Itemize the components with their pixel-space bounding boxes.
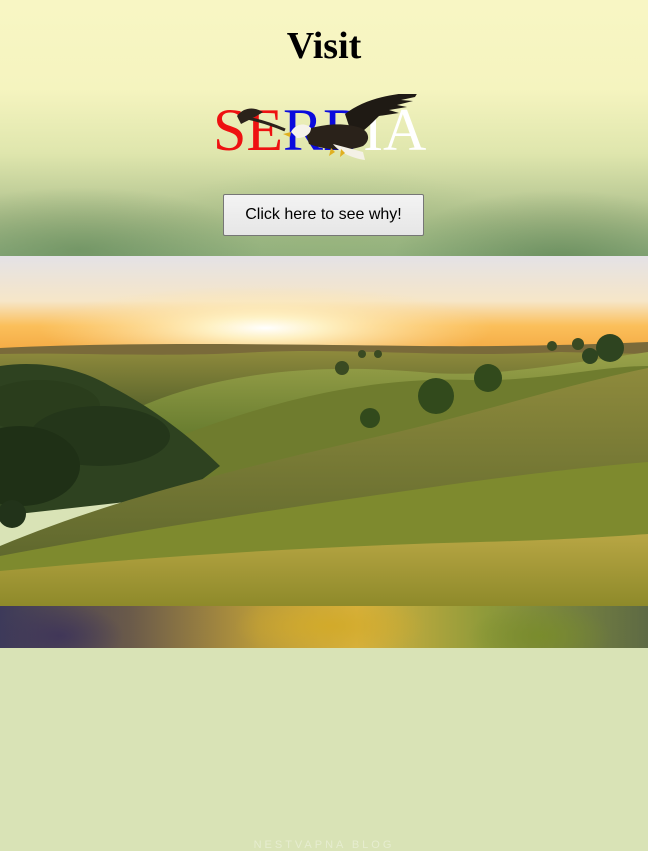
eagle-icon [237,94,417,160]
serbia-logo: SERBIA [213,94,443,164]
hero-section: Visit SERBIA Click here to see why! [0,0,648,256]
see-why-button[interactable]: Click here to see why! [223,194,424,236]
page-title: Visit [286,25,362,67]
landscape-image: NESTVAPNA BLOG [0,256,648,851]
next-section-image [0,606,648,648]
watermark-text: NESTVAPNA BLOG [253,839,395,851]
hills-illustration [0,256,648,606]
